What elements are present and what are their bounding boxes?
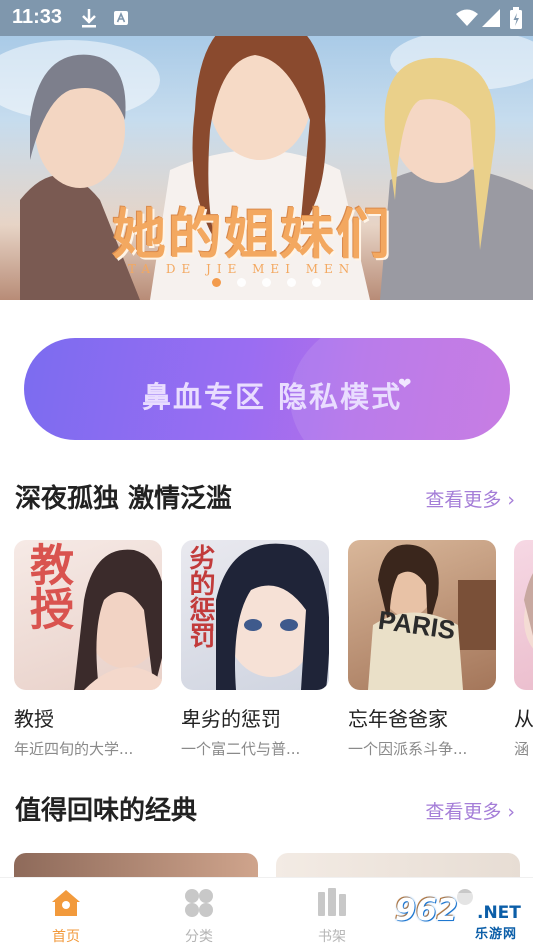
comic-desc: 一个富二代与普...	[181, 740, 301, 758]
tab-category[interactable]: 分类	[159, 888, 239, 946]
tab-home[interactable]: 首页	[26, 888, 106, 946]
comic-title: 从	[514, 707, 533, 731]
banner-dot[interactable]	[262, 278, 271, 287]
tab-label: 首页	[52, 929, 80, 945]
banner-subtitle: TA DE JIE MEI MEN	[128, 262, 356, 276]
comic-title: 忘年爸爸家	[348, 707, 448, 731]
tab-bookshelf[interactable]: 书架	[292, 888, 372, 946]
comic-desc: 涵	[514, 740, 530, 758]
comic-list: 教授 教授 年近四旬的大学... 劣的惩罚 卑劣的惩罚 一个富二代与普... P…	[14, 540, 533, 760]
tab-label: 书架	[318, 929, 346, 945]
banner-dot[interactable]	[312, 278, 321, 287]
watermark-number: 962	[395, 893, 458, 928]
comic-cover: 劣的惩罚	[181, 540, 329, 690]
bookshelf-icon	[318, 888, 346, 916]
comic-cover[interactable]	[276, 853, 520, 877]
promo-label: 鼻血专区 隐私模式	[142, 380, 403, 414]
download-icon	[80, 8, 98, 32]
wifi-icon	[456, 9, 478, 31]
comic-cover: PARIS	[348, 540, 496, 690]
hero-banner[interactable]: 她的姐妹们 TA DE JIE MEI MEN	[0, 0, 533, 300]
comic-desc: 年近四旬的大学...	[14, 740, 134, 758]
section-title: 深夜孤独 激情泛滥	[15, 484, 233, 514]
see-more-link[interactable]: 查看更多 ›	[425, 485, 515, 512]
battery-icon	[510, 7, 522, 33]
watermark-name: 乐游网	[475, 927, 518, 942]
status-time: 11:33	[12, 6, 63, 28]
comic-title: 教授	[14, 707, 54, 731]
comic-cover[interactable]	[14, 853, 258, 877]
classic-list	[14, 853, 533, 877]
comic-card[interactable]: 从 涵	[514, 540, 533, 759]
see-more-link[interactable]: 查看更多 ›	[425, 797, 515, 824]
watermark-domain: .NET	[477, 903, 521, 923]
comic-card[interactable]: 教授 教授 年近四旬的大学...	[14, 540, 162, 759]
comic-card[interactable]: 劣的惩罚 卑劣的惩罚 一个富二代与普...	[181, 540, 329, 759]
home-icon	[52, 890, 80, 916]
site-watermark: 962 .NET 乐游网	[395, 893, 533, 943]
comic-cover	[514, 540, 533, 690]
comic-cover: 教授	[14, 540, 162, 690]
heart-icon: ❤	[398, 374, 412, 393]
cover-title: 教授	[22, 542, 73, 630]
banner-title: 她的姐妹们	[112, 202, 392, 266]
banner-pagination	[212, 278, 321, 287]
banner-dot[interactable]	[212, 278, 221, 287]
comic-card[interactable]: PARIS 忘年爸爸家 一个因派系斗争...	[348, 540, 496, 759]
banner-dot[interactable]	[237, 278, 246, 287]
comic-title: 卑劣的惩罚	[181, 707, 281, 731]
grid-icon	[185, 889, 213, 917]
a-badge-icon	[114, 10, 128, 29]
banner-dot[interactable]	[287, 278, 296, 287]
tab-label: 分类	[185, 929, 213, 945]
status-bar: 11:33	[0, 0, 533, 36]
comic-desc: 一个因派系斗争...	[348, 740, 468, 758]
privacy-mode-banner[interactable]: 鼻血专区 隐私模式	[24, 338, 510, 440]
section-title: 值得回味的经典	[15, 796, 198, 826]
signal-icon	[482, 9, 500, 31]
cover-title: 劣的惩罚	[185, 544, 215, 648]
